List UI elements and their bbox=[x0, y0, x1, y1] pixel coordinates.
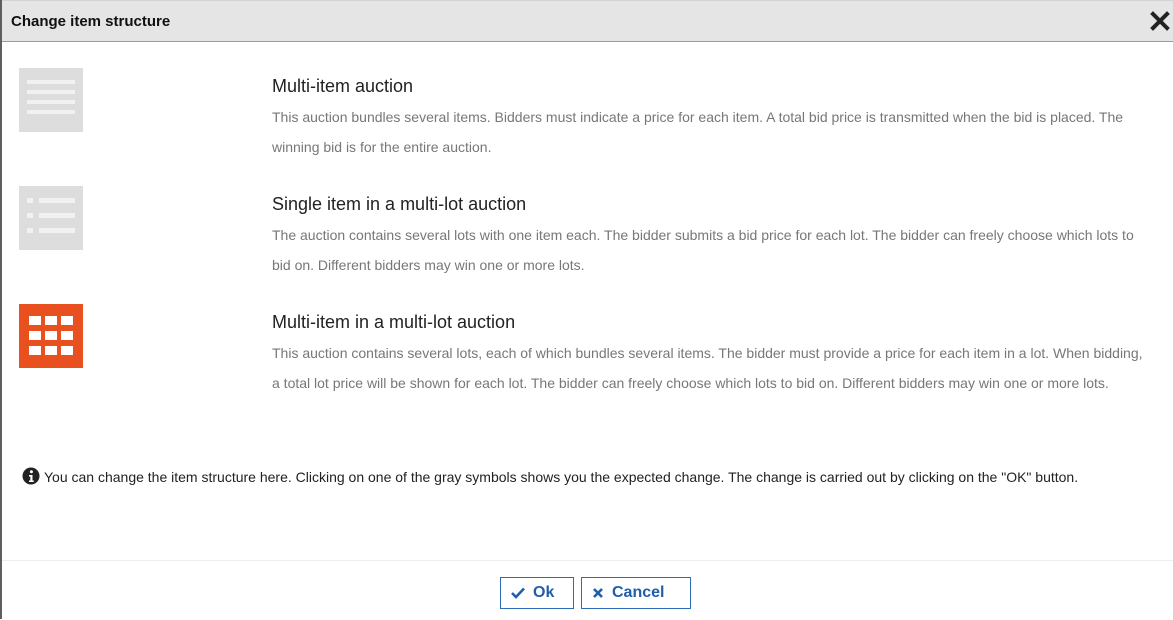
x-icon bbox=[593, 588, 603, 598]
dialog-title: Change item structure bbox=[11, 13, 171, 30]
option-description: This auction contains several lots, each… bbox=[272, 345, 1143, 391]
option-title: Multi-item auction bbox=[272, 76, 414, 96]
change-item-structure-dialog: Change item structure Multi-item auction… bbox=[0, 0, 1173, 619]
option-description: The auction contains several lots with o… bbox=[272, 227, 1134, 273]
info-message: You can change the item structure here. … bbox=[22, 462, 1162, 495]
info-text: You can change the item structure here. … bbox=[44, 469, 1079, 485]
ok-button[interactable]: Ok bbox=[500, 577, 574, 609]
cancel-button[interactable]: Cancel bbox=[581, 577, 691, 609]
option-title: Multi-item in a multi-lot auction bbox=[272, 312, 516, 332]
option-description: This auction bundles several items. Bidd… bbox=[272, 109, 1124, 155]
check-icon bbox=[511, 587, 525, 599]
grid-icon[interactable] bbox=[19, 304, 83, 368]
dialog-titlebar: Change item structure bbox=[2, 0, 1173, 42]
info-icon bbox=[22, 465, 40, 495]
cancel-label: Cancel bbox=[612, 584, 665, 601]
close-icon[interactable] bbox=[1149, 10, 1171, 32]
option-title: Single item in a multi-lot auction bbox=[272, 194, 527, 214]
dialog-footer: Ok Cancel bbox=[2, 560, 1173, 620]
list-icon[interactable] bbox=[19, 186, 83, 250]
ok-label: Ok bbox=[533, 584, 555, 601]
lines-icon[interactable] bbox=[19, 68, 83, 132]
